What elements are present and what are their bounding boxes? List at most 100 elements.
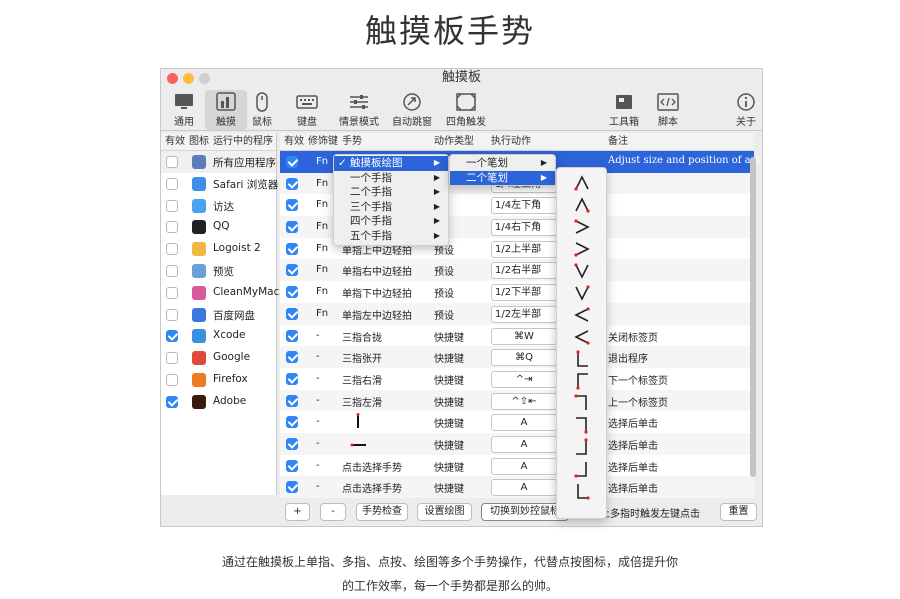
app-enabled-checkbox[interactable] [166, 156, 178, 168]
app-enabled-checkbox[interactable] [166, 308, 178, 321]
gesture-row[interactable]: Fn 单指下中边轻拍 预设 1/2下半部 [280, 281, 754, 303]
app-row[interactable]: Google [161, 347, 276, 369]
add-gesture-button[interactable]: + [285, 503, 310, 521]
modifier-key[interactable]: - [316, 416, 320, 427]
action-field[interactable]: A [491, 457, 557, 475]
action-type[interactable]: 预设 [434, 307, 454, 322]
note-text[interactable]: 选择后单击 [608, 415, 658, 430]
action-type[interactable]: 预设 [434, 285, 454, 300]
modifier-key[interactable]: - [316, 460, 320, 471]
gesture-enabled-checkbox[interactable] [286, 329, 298, 342]
app-enabled-checkbox[interactable] [166, 177, 178, 190]
gesture-row[interactable]: Fn 单指左中边轻拍 预设 1/2左半部 [280, 302, 754, 325]
drawing-settings-button[interactable]: 设置绘图 [417, 503, 472, 521]
app-row[interactable]: 所有应用程序 [161, 151, 276, 173]
modifier-key[interactable]: - [316, 330, 320, 341]
note-text[interactable]: 选择后单击 [608, 437, 658, 452]
menu-item-one-stroke[interactable]: 一个笔划 ▶ [450, 156, 555, 171]
stroke-shape-option[interactable] [557, 282, 606, 304]
modifier-key[interactable]: Fn [316, 178, 328, 189]
stroke-shape-option[interactable] [557, 304, 606, 326]
modifier-key[interactable]: - [316, 438, 320, 449]
gesture-row[interactable]: - 三指左滑 快捷键 ^⇧⇤ 上一个标签页 [280, 389, 754, 412]
app-enabled-checkbox[interactable] [166, 373, 178, 386]
gesture-row[interactable]: - 三指合拢 快捷键 ⌘W 关闭标签页 [280, 325, 754, 347]
app-row[interactable]: Adobe [161, 391, 276, 413]
action-field[interactable]: 1/2右半部 [491, 262, 557, 280]
col-enabled-header[interactable]: 有效 [165, 133, 185, 151]
note-text[interactable]: 退出程序 [608, 350, 648, 365]
col-modifier-header[interactable]: 修饰键 [308, 133, 338, 151]
app-row[interactable]: Xcode [161, 325, 276, 347]
col-note-header[interactable]: 备注 [608, 133, 628, 151]
app-enabled-checkbox[interactable] [166, 221, 178, 234]
note-text[interactable]: 上一个标签页 [608, 394, 668, 409]
gesture-name[interactable]: 点击选择手势 [342, 480, 402, 495]
gesture-name[interactable]: 单指左中边轻拍 [342, 307, 412, 322]
remove-gesture-button[interactable]: - [320, 503, 346, 521]
stroke-shape-option[interactable] [557, 216, 606, 238]
menu-item-five-fingers[interactable]: 五个手指 ▶ [334, 229, 448, 244]
app-row[interactable]: Firefox [161, 369, 276, 391]
modifier-key[interactable]: Fn [316, 243, 328, 254]
app-enabled-checkbox[interactable] [166, 264, 178, 277]
tab-about[interactable]: 关于 [726, 90, 762, 130]
modifier-key[interactable]: Fn [316, 156, 328, 167]
gesture-enabled-checkbox[interactable] [286, 351, 298, 364]
app-enabled-checkbox[interactable] [166, 199, 178, 212]
action-field[interactable]: A [491, 414, 557, 432]
gesture-enabled-checkbox[interactable] [286, 286, 298, 299]
app-enabled-checkbox[interactable] [166, 243, 178, 256]
gesture-enabled-checkbox[interactable] [286, 221, 298, 234]
tab-corners[interactable]: 四角触发 [441, 90, 491, 130]
note-text[interactable]: Adjust size and position of active [608, 155, 762, 166]
gesture-name[interactable]: 三指右滑 [342, 372, 382, 387]
action-field[interactable]: 1/2下半部 [491, 284, 557, 302]
gesture-name[interactable]: 三指合拢 [342, 329, 382, 344]
app-row[interactable]: 百度网盘 [161, 304, 276, 326]
gesture-name[interactable]: 点击选择手势 [342, 459, 402, 474]
action-type[interactable]: 快捷键 [434, 329, 464, 344]
menu-item-two-fingers[interactable]: 二个手指 ▶ [334, 185, 448, 200]
action-type[interactable]: 快捷键 [434, 394, 464, 409]
tab-mouse[interactable]: 鼠标 [241, 90, 283, 130]
stroke-shape-option[interactable] [557, 172, 606, 194]
col-type-header[interactable]: 动作类型 [434, 133, 474, 151]
stroke-shape-option[interactable] [557, 436, 606, 458]
gesture-enabled-checkbox[interactable] [286, 199, 298, 212]
action-field[interactable]: A [491, 435, 557, 453]
modifier-key[interactable]: Fn [316, 308, 328, 319]
action-type[interactable]: 快捷键 [434, 437, 464, 452]
stroke-shape-option[interactable] [557, 260, 606, 282]
stroke-shape-option[interactable] [557, 326, 606, 348]
reset-button[interactable]: 重置 [720, 503, 757, 521]
gesture-enabled-checkbox[interactable] [286, 307, 298, 320]
gesture-name[interactable]: 单指下中边轻拍 [342, 285, 412, 300]
modifier-key[interactable]: - [316, 481, 320, 492]
menu-item-trackpad-drawing[interactable]: ✓ 触摸板绘图 ▶ [334, 156, 448, 171]
gesture-enabled-checkbox[interactable] [286, 264, 298, 277]
menu-item-two-strokes[interactable]: 二个笔划 ▶ [450, 170, 555, 185]
scrollbar-thumb[interactable] [750, 157, 756, 477]
action-field[interactable]: ^⇧⇤ [491, 392, 557, 410]
gesture-enabled-checkbox[interactable] [286, 372, 298, 385]
gesture-enabled-checkbox[interactable] [286, 437, 298, 450]
action-type[interactable]: 快捷键 [434, 415, 464, 430]
app-row[interactable]: CleanMyMac [161, 282, 279, 304]
menu-item-three-fingers[interactable]: 三个手指 ▶ [334, 200, 448, 215]
gesture-row[interactable]: - 快捷键 A 选择后单击 [280, 411, 754, 433]
gesture-name[interactable]: 三指左滑 [342, 394, 382, 409]
stroke-shape-option[interactable] [557, 370, 606, 392]
gesture-row[interactable]: Fn 单指右中边轻拍 预设 1/2右半部 [280, 259, 754, 282]
modifier-key[interactable]: - [316, 373, 320, 384]
tab-scenes[interactable]: 情景模式 [334, 90, 384, 130]
action-field[interactable]: 1/2上半部 [491, 240, 557, 258]
app-row[interactable]: QQ [161, 216, 276, 238]
gesture-row[interactable]: - 点击选择手势 快捷键 A 选择后单击 [280, 476, 754, 498]
note-text[interactable]: 下一个标签页 [608, 372, 668, 387]
menu-item-one-finger[interactable]: 一个手指 ▶ [334, 171, 448, 186]
stroke-shape-option[interactable] [557, 348, 606, 370]
modifier-key[interactable]: - [316, 351, 320, 362]
action-type[interactable]: 预设 [434, 263, 454, 278]
modifier-key[interactable]: Fn [316, 221, 328, 232]
